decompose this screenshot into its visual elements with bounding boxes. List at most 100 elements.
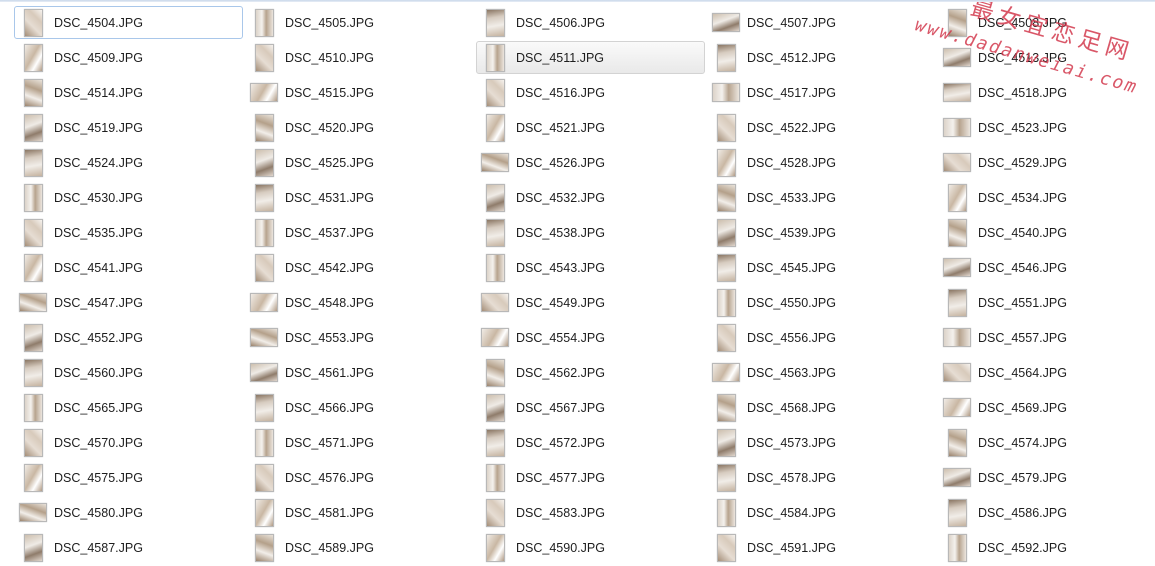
file-item[interactable]: DSC_4537.JPG (245, 216, 474, 249)
file-item[interactable]: DSC_4522.JPG (707, 111, 936, 144)
image-thumbnail-icon (485, 253, 505, 282)
file-item[interactable]: DSC_4543.JPG (476, 251, 705, 284)
file-item[interactable]: DSC_4534.JPG (938, 181, 1153, 214)
file-item[interactable]: DSC_4580.JPG (14, 496, 243, 529)
file-item[interactable]: DSC_4528.JPG (707, 146, 936, 179)
file-item[interactable]: DSC_4573.JPG (707, 426, 936, 459)
file-name: DSC_4535.JPG (54, 225, 143, 240)
file-item[interactable]: DSC_4546.JPG (938, 251, 1153, 284)
file-item[interactable]: DSC_4525.JPG (245, 146, 474, 179)
file-item[interactable]: DSC_4521.JPG (476, 111, 705, 144)
file-name: DSC_4577.JPG (516, 470, 605, 485)
image-thumbnail-icon (254, 218, 274, 247)
file-item[interactable]: DSC_4505.JPG (245, 6, 474, 39)
file-item[interactable]: DSC_4539.JPG (707, 216, 936, 249)
file-name: DSC_4526.JPG (516, 155, 605, 170)
file-item[interactable]: DSC_4533.JPG (707, 181, 936, 214)
file-item[interactable]: DSC_4552.JPG (14, 321, 243, 354)
thumbnail-frame (942, 533, 972, 563)
file-item[interactable]: DSC_4513.JPG (938, 41, 1153, 74)
thumbnail-frame (18, 253, 48, 283)
file-item[interactable]: DSC_4542.JPG (245, 251, 474, 284)
file-item[interactable]: DSC_4554.JPG (476, 321, 705, 354)
thumbnail-frame (480, 288, 510, 318)
file-item[interactable]: DSC_4549.JPG (476, 286, 705, 319)
file-item[interactable]: DSC_4563.JPG (707, 356, 936, 389)
file-list-view[interactable]: DSC_4504.JPG DSC_4505.JPG DSC_4506.JPG DSC_… (14, 6, 1155, 566)
file-item[interactable]: DSC_4540.JPG (938, 216, 1153, 249)
thumbnail-frame (711, 463, 741, 493)
image-thumbnail-icon (23, 78, 43, 107)
file-item[interactable]: DSC_4576.JPG (245, 461, 474, 494)
file-item[interactable]: DSC_4566.JPG (245, 391, 474, 424)
file-item[interactable]: DSC_4557.JPG (938, 321, 1153, 354)
file-item[interactable]: DSC_4556.JPG (707, 321, 936, 354)
image-thumbnail-icon (254, 498, 274, 527)
file-item[interactable]: DSC_4538.JPG (476, 216, 705, 249)
file-item[interactable]: DSC_4562.JPG (476, 356, 705, 389)
file-item[interactable]: DSC_4541.JPG (14, 251, 243, 284)
file-item[interactable]: DSC_4535.JPG (14, 216, 243, 249)
file-item[interactable]: DSC_4586.JPG (938, 496, 1153, 529)
file-item[interactable]: DSC_4515.JPG (245, 76, 474, 109)
thumbnail-frame (18, 393, 48, 423)
file-item[interactable]: DSC_4584.JPG (707, 496, 936, 529)
file-item[interactable]: DSC_4550.JPG (707, 286, 936, 319)
file-name: DSC_4591.JPG (747, 540, 836, 555)
thumbnail-frame (942, 148, 972, 178)
file-item[interactable]: DSC_4567.JPG (476, 391, 705, 424)
file-item[interactable]: DSC_4551.JPG (938, 286, 1153, 319)
file-item[interactable]: DSC_4547.JPG (14, 286, 243, 319)
file-item[interactable]: DSC_4581.JPG (245, 496, 474, 529)
file-item[interactable]: DSC_4514.JPG (14, 76, 243, 109)
file-item[interactable]: DSC_4520.JPG (245, 111, 474, 144)
file-item[interactable]: DSC_4524.JPG (14, 146, 243, 179)
file-item[interactable]: DSC_4516.JPG (476, 76, 705, 109)
file-item[interactable]: DSC_4517.JPG (707, 76, 936, 109)
file-item[interactable]: DSC_4587.JPG (14, 531, 243, 564)
file-item[interactable]: DSC_4561.JPG (245, 356, 474, 389)
file-item[interactable]: DSC_4574.JPG (938, 426, 1153, 459)
file-item[interactable]: DSC_4572.JPG (476, 426, 705, 459)
file-item[interactable]: DSC_4519.JPG (14, 111, 243, 144)
file-item[interactable]: DSC_4568.JPG (707, 391, 936, 424)
file-item[interactable]: DSC_4529.JPG (938, 146, 1153, 179)
file-item[interactable]: DSC_4583.JPG (476, 496, 705, 529)
file-item[interactable]: DSC_4523.JPG (938, 111, 1153, 144)
file-item[interactable]: DSC_4577.JPG (476, 461, 705, 494)
file-item[interactable]: DSC_4526.JPG (476, 146, 705, 179)
image-thumbnail-icon (947, 498, 967, 527)
file-item[interactable]: DSC_4508.JPG (938, 6, 1153, 39)
file-item[interactable]: DSC_4579.JPG (938, 461, 1153, 494)
file-item[interactable]: DSC_4565.JPG (14, 391, 243, 424)
file-item[interactable]: DSC_4548.JPG (245, 286, 474, 319)
file-item[interactable]: DSC_4507.JPG (707, 6, 936, 39)
file-item[interactable]: DSC_4506.JPG (476, 6, 705, 39)
file-item[interactable]: DSC_4589.JPG (245, 531, 474, 564)
file-item[interactable]: DSC_4532.JPG (476, 181, 705, 214)
file-name: DSC_4512.JPG (747, 50, 836, 65)
file-item[interactable]: DSC_4578.JPG (707, 461, 936, 494)
file-item[interactable]: DSC_4509.JPG (14, 41, 243, 74)
file-item[interactable]: DSC_4512.JPG (707, 41, 936, 74)
file-item[interactable]: DSC_4591.JPG (707, 531, 936, 564)
file-item[interactable]: DSC_4564.JPG (938, 356, 1153, 389)
file-item[interactable]: DSC_4592.JPG (938, 531, 1153, 564)
file-item[interactable]: DSC_4518.JPG (938, 76, 1153, 109)
file-name: DSC_4539.JPG (747, 225, 836, 240)
file-item[interactable]: DSC_4590.JPG (476, 531, 705, 564)
file-item[interactable]: DSC_4530.JPG (14, 181, 243, 214)
file-item[interactable]: DSC_4571.JPG (245, 426, 474, 459)
file-item[interactable]: DSC_4545.JPG (707, 251, 936, 284)
file-item[interactable]: DSC_4575.JPG (14, 461, 243, 494)
file-item[interactable]: DSC_4560.JPG (14, 356, 243, 389)
file-item[interactable]: DSC_4510.JPG (245, 41, 474, 74)
file-item[interactable]: DSC_4511.JPG (476, 41, 705, 74)
file-item[interactable]: DSC_4504.JPG (14, 6, 243, 39)
file-item[interactable]: DSC_4569.JPG (938, 391, 1153, 424)
file-item[interactable]: DSC_4531.JPG (245, 181, 474, 214)
file-item[interactable]: DSC_4553.JPG (245, 321, 474, 354)
file-item[interactable]: DSC_4570.JPG (14, 426, 243, 459)
file-name: DSC_4509.JPG (54, 50, 143, 65)
image-thumbnail-icon (254, 43, 274, 72)
